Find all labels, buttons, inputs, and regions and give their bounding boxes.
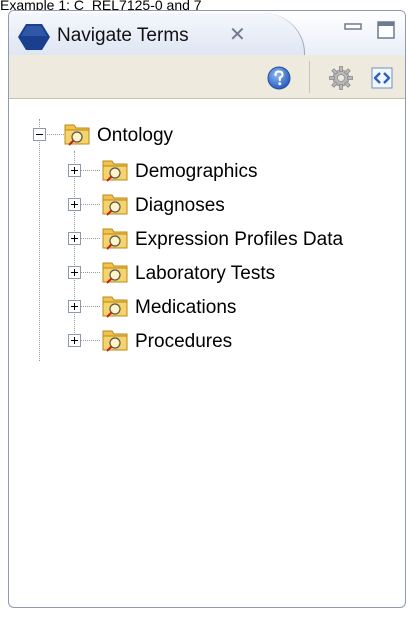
navigate-terms-view: Navigate Terms ✕ Ontology Demographics D…: [8, 10, 406, 608]
gear-icon[interactable]: [328, 65, 354, 91]
tree-connector: [80, 170, 100, 171]
tree-node-procedures[interactable]: Procedures: [101, 325, 401, 355]
expand-toggle[interactable]: [68, 300, 81, 313]
folder-icon: [102, 194, 128, 216]
help-icon[interactable]: [266, 65, 292, 91]
expand-toggle[interactable]: [68, 334, 81, 347]
folder-icon: [102, 160, 128, 182]
tree-connector: [80, 340, 100, 341]
folder-icon: [102, 262, 128, 284]
tree-connector: [80, 204, 100, 205]
expand-toggle[interactable]: [68, 266, 81, 279]
tab-navigate-terms[interactable]: Navigate Terms ✕: [9, 13, 305, 55]
tree-node-label: Laboratory Tests: [135, 263, 276, 284]
tree-connector: [80, 238, 100, 239]
tree-node-label: Diagnoses: [135, 195, 225, 216]
tree-node-demographics[interactable]: Demographics: [101, 155, 401, 185]
toolbar-separator: [309, 61, 310, 93]
tree-connector: [39, 119, 40, 361]
view-tab-bar: Navigate Terms ✕: [9, 11, 405, 55]
expand-toggle[interactable]: [68, 232, 81, 245]
folder-icon: [102, 330, 128, 352]
collapse-toggle[interactable]: [33, 128, 46, 141]
tree-node-laboratory-tests[interactable]: Laboratory Tests: [101, 257, 401, 287]
tree-node-ontology[interactable]: Ontology: [59, 119, 259, 149]
folder-icon: [102, 296, 128, 318]
minimize-icon[interactable]: [342, 19, 364, 41]
tree-node-label: Medications: [135, 297, 237, 318]
tab-title: Navigate Terms: [57, 25, 189, 46]
link-arrows-icon[interactable]: [369, 65, 395, 91]
tree-node-label: Procedures: [135, 331, 233, 352]
folder-icon: [64, 124, 90, 146]
tree-node-label: Expression Profiles Data: [135, 229, 344, 250]
tree-node-diagnoses[interactable]: Diagnoses: [101, 189, 401, 219]
tree-connector: [80, 306, 100, 307]
expand-toggle[interactable]: [68, 198, 81, 211]
view-toolbar: [9, 55, 405, 99]
document-caption: Example 1: C_REL7125-0 and 7: [0, 0, 202, 10]
close-icon[interactable]: ✕: [229, 22, 246, 46]
tree-node-medications[interactable]: Medications: [101, 291, 401, 321]
tree-connector: [80, 272, 100, 273]
ontology-tree: Ontology Demographics Diagnoses Expressi…: [9, 103, 405, 607]
tree-node-label: Demographics: [135, 161, 258, 182]
tree-node-expression-profiles-data[interactable]: Expression Profiles Data: [101, 223, 401, 253]
maximize-icon[interactable]: [375, 19, 397, 41]
ontology-view-icon: [18, 24, 50, 50]
tree-node-label: Ontology: [97, 125, 174, 146]
folder-icon: [102, 228, 128, 250]
expand-toggle[interactable]: [68, 164, 81, 177]
